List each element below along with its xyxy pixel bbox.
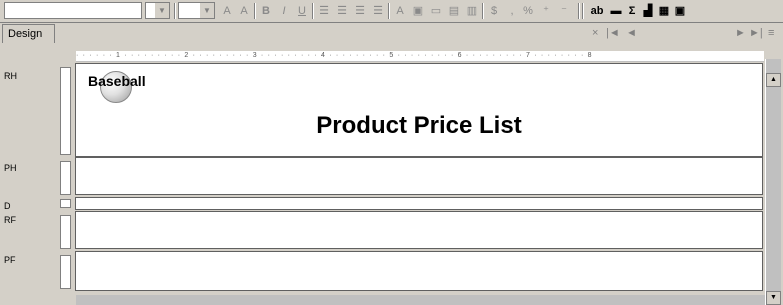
toolbar-separator	[482, 3, 484, 19]
merge-icon[interactable]: ▤	[446, 3, 462, 19]
italic-button[interactable]: I	[276, 3, 292, 19]
toolbar-separator	[582, 3, 584, 19]
horizontal-scrollbar[interactable]	[76, 295, 765, 305]
menu-icon[interactable]: ≡	[768, 27, 774, 39]
font-size-combo[interactable]: ▼	[178, 2, 215, 19]
chevron-down-icon: ▼	[154, 3, 169, 18]
close-icon[interactable]: ×	[592, 27, 598, 39]
report-header-label: RH	[4, 71, 17, 81]
designer-tab-bar: Design × |◄ ◄ ► ►| ≡	[0, 23, 783, 43]
bold-button[interactable]: B	[258, 3, 274, 19]
report-design-canvas: · · · · · · 1 · · · · · · · · · 2 · · · …	[0, 43, 783, 305]
wrap-icon[interactable]: ▥	[464, 3, 480, 19]
decrease-decimal-icon[interactable]: ⁻	[556, 3, 572, 19]
horizontal-ruler: · · · · · · 1 · · · · · · · · · 2 · · · …	[76, 51, 764, 62]
font-name-dropdown[interactable]: ▼	[145, 2, 170, 19]
detail-label: D	[4, 201, 11, 211]
toolbar-separator	[254, 3, 256, 19]
justify-icon[interactable]: ☰	[370, 3, 386, 19]
currency-icon[interactable]: $	[486, 3, 502, 19]
report-title[interactable]: Product Price List	[76, 112, 762, 140]
increase-decimal-icon[interactable]: ⁺	[538, 3, 554, 19]
scroll-up-icon[interactable]: ▲	[766, 73, 781, 87]
vertical-ruler	[60, 255, 71, 289]
field-icon[interactable]: ▬	[608, 3, 624, 19]
grow-font-icon[interactable]: A	[219, 3, 235, 19]
chart-icon[interactable]: ▟	[640, 3, 656, 19]
align-left-icon[interactable]: ☰	[316, 3, 332, 19]
vertical-ruler	[60, 215, 71, 249]
vertical-ruler	[60, 199, 71, 208]
chevron-down-icon: ▼	[199, 3, 214, 18]
percent-icon[interactable]: %	[520, 3, 536, 19]
comma-icon[interactable]: ,	[504, 3, 520, 19]
report-footer-label: RF	[4, 215, 16, 225]
toolbar-separator	[312, 3, 314, 19]
border-icon[interactable]: ▭	[428, 3, 444, 19]
page-header-label: PH	[4, 163, 17, 173]
prev-page-icon[interactable]: ◄	[626, 27, 637, 39]
vertical-ruler	[60, 67, 71, 155]
font-name-combo[interactable]	[4, 2, 142, 19]
image-icon[interactable]: ▣	[672, 3, 688, 19]
tab-design[interactable]: Design	[2, 24, 55, 43]
table-icon[interactable]: ▦	[656, 3, 672, 19]
page-footer-label: PF	[4, 255, 16, 265]
page-footer-band[interactable]	[75, 251, 763, 291]
shrink-font-icon[interactable]: A	[236, 3, 252, 19]
fill-color-icon[interactable]: ▣	[410, 3, 426, 19]
summary-button[interactable]: Σ	[624, 3, 640, 19]
formatting-toolbar: ▼ ▼ A A B I U ☰ ☰ ☰ ☰ A ▣ ▭ ▤ ▥ $ , % ⁺ …	[0, 0, 783, 23]
toolbar-separator	[388, 3, 390, 19]
scroll-down-icon[interactable]: ▼	[766, 291, 781, 305]
first-page-icon[interactable]: |◄	[606, 27, 620, 39]
page-header-band[interactable]	[75, 157, 763, 195]
report-footer-band[interactable]	[75, 211, 763, 249]
underline-button[interactable]: U	[294, 3, 310, 19]
vertical-scrollbar[interactable]: ▲ ▼	[765, 59, 781, 305]
font-color-icon[interactable]: A	[392, 3, 408, 19]
logo-text[interactable]: Baseball	[88, 73, 146, 89]
report-header-band[interactable]: Baseball Product Price List	[75, 63, 763, 157]
align-center-icon[interactable]: ☰	[334, 3, 350, 19]
last-page-icon[interactable]: ►|	[749, 27, 763, 39]
toolbar-separator	[174, 3, 176, 19]
align-right-icon[interactable]: ☰	[352, 3, 368, 19]
text-box-button[interactable]: ab	[588, 3, 606, 19]
toolbar-separator	[578, 3, 580, 19]
vertical-ruler	[60, 161, 71, 195]
next-page-icon[interactable]: ►	[735, 27, 746, 39]
detail-band[interactable]	[75, 197, 763, 210]
